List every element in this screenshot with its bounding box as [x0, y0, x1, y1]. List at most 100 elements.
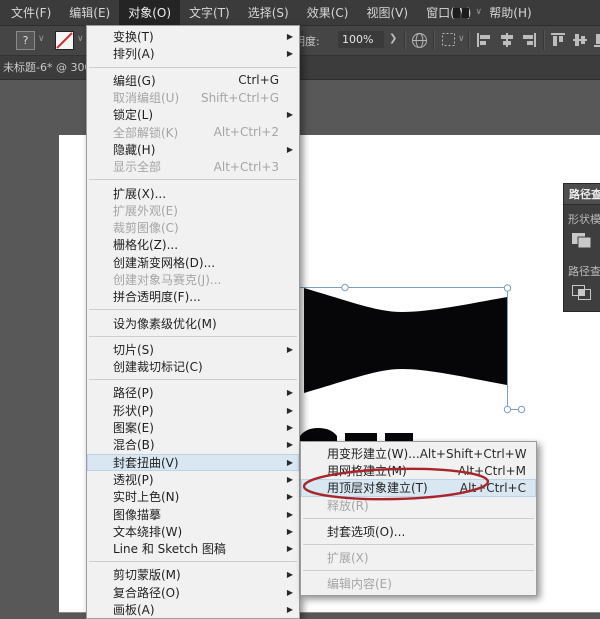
- submenu-arrow-icon: ▶: [281, 458, 293, 467]
- menu-item[interactable]: 形状(P) ▶: [87, 402, 299, 419]
- menu-separator: [89, 336, 297, 337]
- submenu-arrow-icon: ▶: [281, 49, 293, 58]
- pathfinder-panel-tab[interactable]: 路径查找器: [564, 184, 600, 205]
- submenu-item[interactable]: 封套选项(O)...: [301, 523, 536, 540]
- menu-item[interactable]: 栅格化(Z)... ▶: [87, 236, 299, 253]
- submenu-arrow-icon: ▶: [281, 32, 293, 41]
- align-center-horizontal-icon[interactable]: [499, 32, 515, 48]
- distribute-bottom-icon[interactable]: [593, 32, 600, 48]
- menu-item[interactable]: 裁剪图像(C) ▶: [87, 219, 299, 236]
- menu-item[interactable]: 隐藏(H) ▶: [87, 141, 299, 158]
- submenu-arrow-icon: ▶: [281, 110, 293, 119]
- menu-item[interactable]: 复合路径(O) ▶: [87, 584, 299, 601]
- menu-item[interactable]: 取消编组(U) Shift+Ctrl+G ▶: [87, 89, 299, 106]
- submenu-item[interactable]: 用网格建立(M) Alt+Ctrl+M: [301, 462, 536, 479]
- menu-item[interactable]: 封套扭曲(V) ▶: [87, 454, 299, 471]
- submenu-item[interactable]: 用变形建立(W)... Alt+Shift+Ctrl+W: [301, 445, 536, 462]
- submenu-arrow-icon: ▶: [281, 570, 293, 579]
- object-menu: 变换(T) ▶ 排列(A) ▶ 编组(G) Ctrl+G ▶ 取消编组(U) S…: [86, 25, 300, 619]
- submenu-item[interactable]: 用顶层对象建立(T) Alt+Ctrl+C: [301, 479, 536, 496]
- menu-separator: [89, 561, 297, 562]
- opacity-value-field[interactable]: 100%: [338, 31, 384, 48]
- submenu-arrow-icon: ▶: [281, 588, 293, 597]
- menubar-item[interactable]: 对象(O): [119, 0, 180, 25]
- menu-item[interactable]: 扩展外观(E) ▶: [87, 202, 299, 219]
- align-left-icon[interactable]: [476, 32, 492, 48]
- divider: [468, 30, 470, 50]
- menu-separator: [303, 570, 534, 571]
- document-setup-globe-icon[interactable]: [411, 32, 428, 49]
- menubar-item[interactable]: 文字(T): [180, 0, 239, 25]
- submenu-arrow-icon: ▶: [281, 605, 293, 614]
- unite-icon[interactable]: [570, 231, 594, 251]
- pathfinder-tab-label: 路径查找器: [569, 186, 600, 202]
- pathfinders-label: 路径查找器:: [564, 257, 600, 281]
- menu-separator: [89, 179, 297, 180]
- submenu-arrow-icon: ▶: [281, 510, 293, 519]
- workspace-grid-icon: [453, 7, 469, 19]
- menu-item[interactable]: 锁定(L) ▶: [87, 106, 299, 123]
- submenu-item[interactable]: 编辑内容(E): [301, 575, 536, 592]
- menu-item[interactable]: 路径(P) ▶: [87, 384, 299, 401]
- distribute-top-icon[interactable]: [550, 32, 566, 48]
- menu-item[interactable]: 混合(B) ▶: [87, 436, 299, 453]
- menu-item[interactable]: 变换(T) ▶: [87, 28, 299, 45]
- submenu-item[interactable]: 扩展(X): [301, 549, 536, 566]
- menu-item[interactable]: 全部解锁(K) Alt+Ctrl+2 ▶: [87, 123, 299, 140]
- menubar-item[interactable]: 效果(C): [298, 0, 358, 25]
- menubar-item[interactable]: 视图(V): [357, 0, 417, 25]
- menu-item[interactable]: 剪切蒙版(M) ▶: [87, 566, 299, 583]
- distribute-center-vertical-icon[interactable]: [572, 32, 588, 48]
- menubar-item[interactable]: 文件(F): [2, 0, 60, 25]
- menu-item[interactable]: 创建渐变网格(D)... ▶: [87, 254, 299, 271]
- menu-item[interactable]: 实时上色(N) ▶: [87, 488, 299, 505]
- help-tool-button[interactable]: ?: [16, 31, 35, 50]
- menu-item[interactable]: 画板(A) ▶: [87, 601, 299, 618]
- opacity-stepper[interactable]: ❯: [389, 33, 397, 44]
- chevron-down-icon[interactable]: ∨: [38, 35, 45, 44]
- no-fill-swatch[interactable]: [55, 31, 74, 50]
- submenu-arrow-icon: ▶: [281, 492, 293, 501]
- menu-item[interactable]: 设为像素级优化(M) ▶: [87, 314, 299, 331]
- submenu-arrow-icon: ▶: [281, 406, 293, 415]
- menu-item[interactable]: 创建裁切标记(C) ▶: [87, 358, 299, 375]
- menu-separator: [89, 379, 297, 380]
- divide-icon[interactable]: [570, 283, 594, 303]
- submenu-arrow-icon: ▶: [281, 475, 293, 484]
- menu-item[interactable]: 编组(G) Ctrl+G ▶: [87, 72, 299, 89]
- align-right-icon[interactable]: [521, 32, 537, 48]
- menu-item[interactable]: Line 和 Sketch 图稿 ▶: [87, 540, 299, 557]
- menu-separator: [303, 518, 534, 519]
- divider: [433, 30, 435, 50]
- submenu-arrow-icon: ▶: [281, 345, 293, 354]
- menubar-item[interactable]: 帮助(H): [480, 0, 540, 25]
- submenu-item[interactable]: 释放(R): [301, 497, 536, 514]
- envelope-distort-submenu: 用变形建立(W)... Alt+Shift+Ctrl+W 用网格建立(M) Al…: [300, 441, 537, 596]
- submenu-arrow-icon: ▶: [281, 527, 293, 536]
- menu-item[interactable]: 显示全部 Alt+Ctrl+3 ▶: [87, 158, 299, 175]
- menu-item[interactable]: 创建对象马赛克(J)... ▶: [87, 271, 299, 288]
- workspace-switcher[interactable]: ∨: [453, 0, 482, 25]
- divider: [404, 30, 406, 50]
- pathfinder-panel: 路径查找器 形状模式: 路径查找器:: [563, 183, 600, 312]
- submenu-arrow-icon: ▶: [281, 544, 293, 553]
- menu-item[interactable]: 切片(S) ▶: [87, 341, 299, 358]
- submenu-arrow-icon: ▶: [281, 388, 293, 397]
- menu-item[interactable]: 文本绕排(W) ▶: [87, 523, 299, 540]
- menu-item[interactable]: 图像描摹 ▶: [87, 505, 299, 522]
- chevron-down-icon[interactable]: ∨: [458, 35, 465, 44]
- menu-separator: [89, 67, 297, 68]
- menu-item[interactable]: 拼合透明度(F)... ▶: [87, 288, 299, 305]
- menu-item[interactable]: 透视(P) ▶: [87, 471, 299, 488]
- isolate-selection-icon[interactable]: [441, 32, 456, 47]
- menu-item[interactable]: 扩展(X)... ▶: [87, 184, 299, 201]
- shape-modes-label: 形状模式:: [564, 205, 600, 229]
- divider: [543, 30, 545, 50]
- menubar-item[interactable]: 选择(S): [239, 0, 298, 25]
- chevron-down-icon[interactable]: ∨: [77, 35, 84, 44]
- menu-item[interactable]: 图案(E) ▶: [87, 419, 299, 436]
- menubar-item[interactable]: 编辑(E): [60, 0, 119, 25]
- menu-item[interactable]: 排列(A) ▶: [87, 45, 299, 62]
- submenu-arrow-icon: ▶: [281, 145, 293, 154]
- menu-separator: [303, 544, 534, 545]
